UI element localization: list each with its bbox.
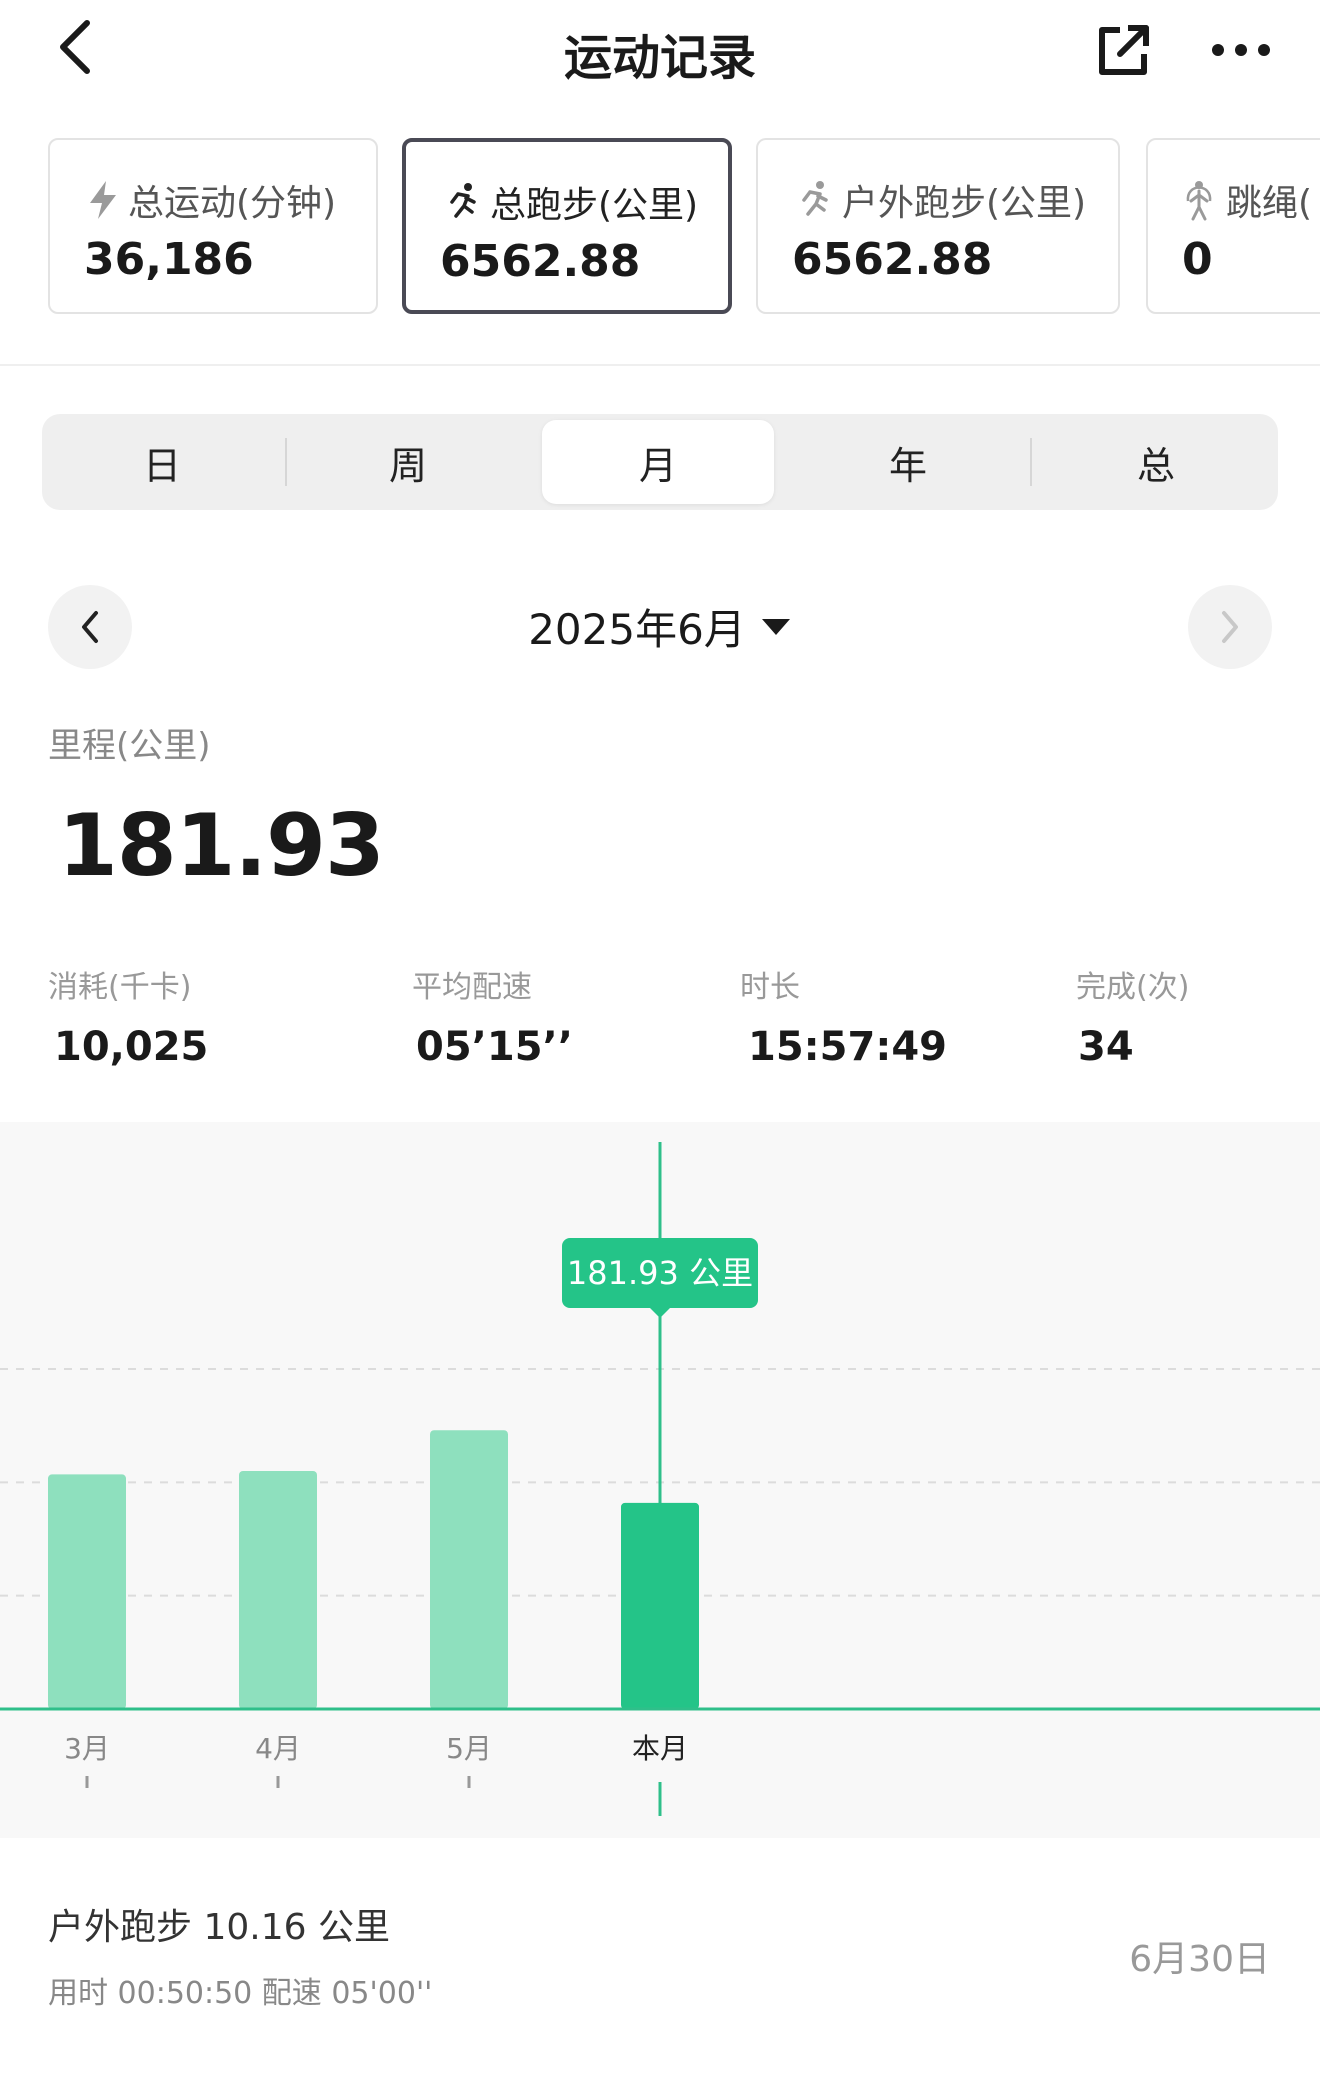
tab-divider [285,438,287,486]
duration-value: 15:57:49 [748,1024,947,1070]
divider [0,364,1320,366]
count-value: 34 [1078,1024,1134,1070]
tab-week[interactable]: 周 [288,420,528,504]
more-icon [1212,44,1270,56]
x-tick-label: 3月 [64,1732,110,1765]
chart-bar [430,1430,508,1709]
tab-divider [1030,438,1032,486]
caret-down-icon [761,618,790,635]
card-jump-rope[interactable]: 跳绳( 0 [1146,138,1320,314]
tab-year[interactable]: 年 [788,420,1028,504]
share-icon [1099,25,1149,75]
date-label: 2025年6月 [528,605,746,654]
chart-bar [621,1502,699,1709]
chevron-right-icon [1222,611,1238,643]
running-icon [450,183,476,218]
outdoor-running-icon [802,181,828,216]
next-period-button[interactable] [1188,585,1272,669]
tab-day[interactable]: 日 [42,420,282,504]
distance-value: 181.93 [58,796,385,896]
tooltip-label: 181.93 公里 [567,1254,753,1292]
share-button[interactable] [1088,16,1158,86]
date-selector[interactable]: 2025年6月 [0,596,1320,657]
calories-value: 10,025 [54,1024,209,1070]
record-title[interactable]: 户外跑步 10.16 公里 [48,1898,390,1950]
card-outdoor-running[interactable]: 户外跑步(公里) 6562.88 [756,138,1120,314]
lightning-icon [90,181,116,219]
jump-rope-icon [1186,181,1212,221]
record-date: 6月30日 [1129,1939,1270,1980]
distance-label: 里程(公里) [48,726,211,766]
stat-cards: 总运动(分钟) 36,186 总跑步(公里) 6562.88 户外跑步(公里) … [48,138,1320,318]
tab-month[interactable]: 月 [542,420,774,504]
calories-label: 消耗(千卡) [48,970,192,1005]
more-button[interactable] [1206,20,1276,80]
chart-area: 3月 4月 5月 本月 181.93 公里 [0,1122,1320,1838]
record-detail: 用时 00:50:50 配速 05'00'' [48,1976,433,2011]
distance-bar-chart[interactable]: 3月 4月 5月 本月 181.93 公里 [0,1122,1320,1838]
duration-label: 时长 [740,970,800,1005]
period-tabs: 日 周 月 年 总 [42,414,1278,510]
chart-bar [239,1471,317,1709]
tooltip-pointer [650,1308,670,1318]
count-label: 完成(次) [1076,970,1190,1005]
card-total-exercise[interactable]: 总运动(分钟) 36,186 [48,138,378,314]
x-tick-label: 5月 [446,1732,492,1765]
tab-total[interactable]: 总 [1034,420,1278,504]
x-tick-label: 本月 [632,1732,688,1765]
chart-bar [48,1474,126,1709]
card-total-running[interactable]: 总跑步(公里) 6562.88 [402,138,732,314]
pace-label: 平均配速 [412,970,532,1005]
pace-value: 05’15’’ [416,1024,573,1070]
x-tick-label: 4月 [255,1732,301,1765]
